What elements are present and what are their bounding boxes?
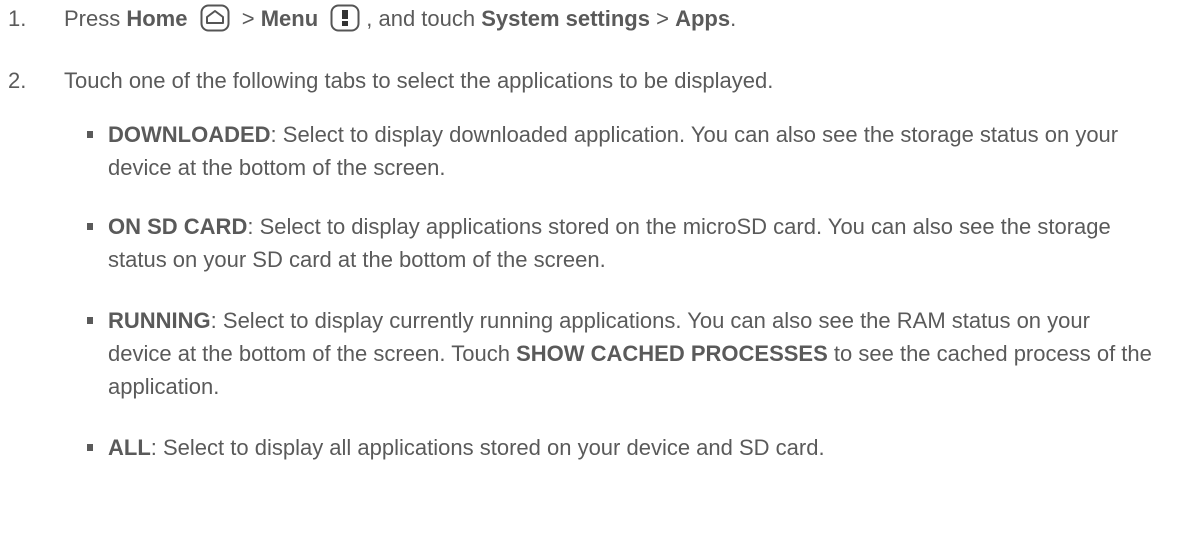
step-number: 1. — [8, 6, 27, 31]
bullet-icon — [87, 317, 93, 324]
bullet-icon — [87, 131, 93, 138]
step-number: 2. — [8, 68, 27, 93]
list-item-downloaded: DOWNLOADED: Select to display downloaded… — [0, 118, 1156, 188]
menu-key-icon — [330, 4, 360, 32]
step-text: Press Home > Menu , and touch System set… — [64, 2, 1162, 35]
list-item-text: ALL: Select to display all applications … — [108, 431, 1156, 464]
text-run: Press — [64, 6, 127, 31]
list-item-text: RUNNING: Select to display currently run… — [108, 304, 1156, 403]
home-key-icon — [200, 4, 230, 32]
show-cached-processes-label: SHOW CACHED PROCESSES — [516, 341, 828, 366]
home-label: Home — [126, 6, 188, 31]
list-item-on-sd-card: ON SD CARD: Select to display applicatio… — [0, 210, 1156, 280]
apps-label: Apps — [675, 6, 731, 31]
list-item-all: ALL: Select to display all applications … — [0, 431, 1156, 467]
list-item-text: DOWNLOADED: Select to display downloaded… — [108, 118, 1156, 184]
system-settings-label: System settings — [481, 6, 650, 31]
step-1: 1. Press Home > Menu , and touch System … — [0, 2, 1162, 42]
term: DOWNLOADED — [108, 122, 271, 147]
bullet-icon — [87, 223, 93, 230]
list-item-text: ON SD CARD: Select to display applicatio… — [108, 210, 1156, 276]
text-run: > — [649, 6, 676, 31]
step-2: 2. Touch one of the following tabs to se… — [0, 64, 1162, 100]
list-item-running: RUNNING: Select to display currently run… — [0, 304, 1156, 408]
text-run: > — [235, 6, 261, 31]
text-run: , and touch — [366, 6, 482, 31]
bullet-icon — [87, 444, 93, 451]
step-text: Touch one of the following tabs to selec… — [64, 68, 774, 93]
term: ON SD CARD — [108, 214, 248, 239]
term: RUNNING — [108, 308, 211, 333]
text-run: . — [730, 6, 737, 31]
menu-label: Menu — [260, 6, 319, 31]
description: : Select to display all applications sto… — [150, 435, 825, 460]
description: : Select to display applications stored … — [108, 214, 1111, 272]
term: ALL — [108, 435, 151, 460]
